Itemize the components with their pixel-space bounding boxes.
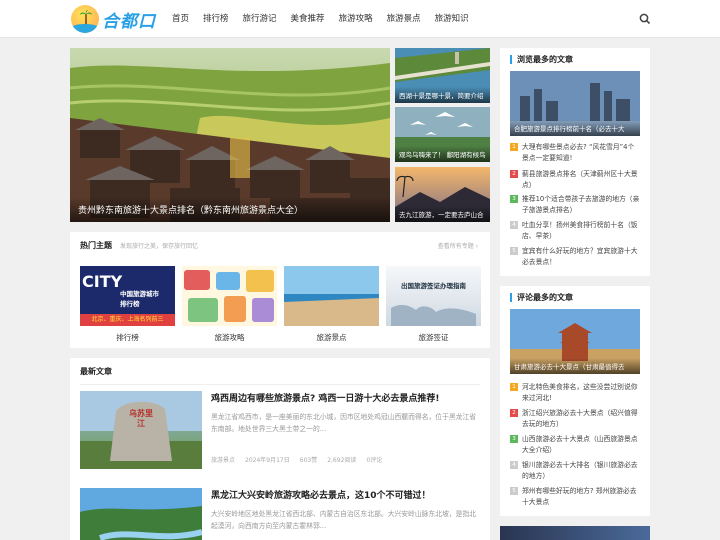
most-viewed-widget: 浏览最多的文章 合肥旅游景点排行榜前十名（必去十大 1 大理有哪些景点必去? “风… <box>500 48 650 276</box>
post-thumbnail[interactable] <box>80 488 202 540</box>
divider <box>80 384 480 385</box>
post-thumbnail[interactable]: 乌苏里江 <box>80 391 202 469</box>
site-header: 合都口 首页 排行榜 旅行游记 美食推荐 旅游攻略 旅游景点 旅游知识 <box>0 0 720 38</box>
topic-ranking[interactable]: CITY 中国旅游城市 排行榜 北京、重庆、上海名列前三 排行榜 <box>80 266 175 343</box>
rank-badge: 4 <box>510 221 518 229</box>
post-views: 2,692阅读 <box>327 457 357 464</box>
post-title[interactable]: 鸡西周边有哪些旅游景点? 鸡西一日游十大必去景点推荐! <box>211 391 481 404</box>
rank-badge: 4 <box>510 461 518 469</box>
post-date: 2024年9月17日 <box>245 457 290 464</box>
topic-image: 出国旅游签证办理指南 <box>386 266 481 326</box>
featured-side-caption: 去九江旅游，一定要去庐山合 <box>395 206 490 222</box>
topic-overlay-text: CITY <box>82 272 123 291</box>
post-item[interactable]: 乌苏里江 鸡西周边有哪些旅游景点? 鸡西一日游十大必去景点推荐! 黑龙江省鸡西市… <box>80 391 480 473</box>
post-excerpt: 大兴安岭地区地处黑龙江省西北部、内蒙古自治区东北部。大兴安岭山脉东北坡，是指北起… <box>211 510 477 530</box>
beach-photo <box>284 266 379 326</box>
search-icon[interactable] <box>638 12 652 26</box>
ranked-article-title[interactable]: 山西旅游必去十大景点（山西旅游景点大全介绍） <box>522 434 640 455</box>
ranked-article-title[interactable]: 蓟县旅游景点排名（天津蓟州区十大景点） <box>522 169 640 190</box>
widget-featured-image[interactable]: 合肥旅游景点排行榜前十名（必去十大 <box>510 71 640 136</box>
logo-text: 合都口 <box>102 11 156 32</box>
topic-image: CITY 中国旅游城市 排行榜 北京、重庆、上海名列前三 <box>80 266 175 326</box>
nav-ranking[interactable]: 排行榜 <box>196 0 236 38</box>
widget-featured-image[interactable]: 甘肃旅游必去十大景点（甘肃最值得去 <box>510 309 640 374</box>
latest-posts-section: 最新文章 乌苏里江 鸡西周边有哪些旅游景点? 鸡西一日游十大必去景点推荐! 黑龙… <box>70 358 490 540</box>
widget-title: 浏览最多的文章 <box>510 55 573 64</box>
nav-food[interactable]: 美食推荐 <box>284 0 332 38</box>
rank-badge: 1 <box>510 383 518 391</box>
hot-topics-section: 热门主题 发现旅行之美，保存旅行回忆 查看所有专题 › CITY 中国旅游城市 … <box>70 232 490 348</box>
featured-side-1[interactable]: 西湖十景是哪十景，简要介绍 <box>395 48 490 103</box>
palm-island-icon <box>71 5 99 33</box>
topic-label: 排行榜 <box>116 333 139 342</box>
post-excerpt: 黑龙江省鸡西市，是一座美丽的东北小城，因市区地处鸡冠山西麓而得名，位于黑龙江省东… <box>211 413 477 433</box>
site-logo[interactable]: 合都口 <box>71 4 156 34</box>
rank-badge: 2 <box>510 409 518 417</box>
most-commented-widget: 评论最多的文章 甘肃旅游必去十大景点（甘肃最值得去 1 河北特色美食排名，这些没尝… <box>500 286 650 516</box>
post-meta: 旅游景点 2024年9月17日 603赞 2,692阅读 0评论 <box>211 455 382 464</box>
widget-image-caption: 合肥旅游景点排行榜前十名（必去十大 <box>510 120 640 136</box>
nav-knowledge[interactable]: 旅游知识 <box>428 0 476 38</box>
nav-attractions[interactable]: 旅游景点 <box>380 0 428 38</box>
rank-badge: 5 <box>510 247 518 255</box>
ranked-article-title[interactable]: 宜宾有什么好玩的地方？宜宾旅游十大必去景点！ <box>522 246 640 267</box>
post-comments: 0评论 <box>366 457 383 464</box>
topic-label: 旅游攻略 <box>214 333 245 342</box>
nav-travelogue[interactable]: 旅行游记 <box>236 0 284 38</box>
next-widget-preview <box>500 526 650 540</box>
stone-monument-photo <box>80 391 202 469</box>
ranked-article-title[interactable]: 河北特色美食排名，这些没尝过别说你来过河北! <box>522 382 640 403</box>
post-likes: 603赞 <box>299 457 318 464</box>
ranked-article-title[interactable]: 大理有哪些景点必去? “风花雪月”4个景点一定要知道! <box>522 142 640 163</box>
topic-attractions[interactable]: 旅游景点 <box>284 266 379 343</box>
ranked-article-title[interactable]: 吐血分享！扬州美食排行榜前十名（饭店、早茶） <box>522 220 640 241</box>
view-all-topics-link[interactable]: 查看所有专题 › <box>438 241 478 250</box>
main-nav: 首页 排行榜 旅行游记 美食推荐 旅游攻略 旅游景点 旅游知识 <box>165 0 476 38</box>
rank-badge: 3 <box>510 195 518 203</box>
ranked-article-title[interactable]: 浙江绍兴旅游必去十大景点（绍兴值得去玩的地方） <box>522 408 640 429</box>
rank-badge: 5 <box>510 487 518 495</box>
village-terraces-photo <box>70 48 390 222</box>
world-map-graphic <box>391 304 476 326</box>
hot-topics-subtitle: 发现旅行之美，保存旅行回忆 <box>120 243 199 250</box>
rank-badge: 1 <box>510 143 518 151</box>
topic-label: 旅游景点 <box>316 333 347 342</box>
nav-guides[interactable]: 旅游攻略 <box>332 0 380 38</box>
featured-side-caption: 西湖十景是哪十景，简要介绍 <box>395 87 490 103</box>
featured-side-2[interactable]: 观鸟乌嗨来了！ 鄱阳湖有候鸟 <box>395 107 490 162</box>
featured-main-slide[interactable]: 贵州黔东南旅游十大景点排名（黔东南州旅游景点大全） <box>70 48 390 222</box>
stone-inscription: 乌苏里江 <box>129 409 153 428</box>
topic-overlay-text: 排行榜 <box>120 300 140 308</box>
rank-badge: 2 <box>510 170 518 178</box>
topic-overlay-text: 北京、重庆、上海名列前三 <box>80 314 175 326</box>
featured-side-caption: 观鸟乌嗨来了！ 鄱阳湖有候鸟 <box>395 146 490 162</box>
latest-posts-title: 最新文章 <box>80 367 112 376</box>
topic-image <box>284 266 379 326</box>
hot-topics-title: 热门主题 <box>80 241 112 250</box>
rank-badge: 3 <box>510 435 518 443</box>
widget-image-caption: 甘肃旅游必去十大景点（甘肃最值得去 <box>510 358 640 374</box>
ranked-article-title[interactable]: 郑州有哪些好玩的地方? 郑州旅游必去十大景点 <box>522 486 640 507</box>
forest-river-photo <box>80 488 202 540</box>
widget-title: 评论最多的文章 <box>510 293 573 302</box>
featured-side-3[interactable]: 去九江旅游，一定要去庐山合 <box>395 167 490 222</box>
featured-main-caption[interactable]: 贵州黔东南旅游十大景点排名（黔东南州旅游景点大全） <box>70 197 390 222</box>
post-category[interactable]: 旅游景点 <box>211 455 235 464</box>
topic-overlay-text: 中国旅游城市 <box>120 290 159 298</box>
post-item[interactable]: 黑龙江大兴安岭旅游攻略必去景点，这10个不可错过！ 大兴安岭地区地处黑龙江省西北… <box>80 488 480 540</box>
topic-label: 旅游签证 <box>418 333 449 342</box>
topic-guides[interactable]: 旅游攻略 <box>182 266 277 343</box>
topic-visa[interactable]: 出国旅游签证办理指南 旅游签证 <box>386 266 481 343</box>
topic-overlay-text: 出国旅游签证办理指南 <box>401 282 466 290</box>
ranked-article-title[interactable]: 推荐10个适合带孩子去旅游的地方（亲子旅游景点排名） <box>522 194 640 215</box>
topic-image <box>182 266 277 326</box>
travel-illustration <box>184 270 274 322</box>
ranked-article-title[interactable]: 银川旅游必去十大排名（银川旅游必去的地方） <box>522 460 640 481</box>
nav-home[interactable]: 首页 <box>165 0 196 38</box>
post-title[interactable]: 黑龙江大兴安岭旅游攻略必去景点，这10个不可错过！ <box>211 488 481 501</box>
